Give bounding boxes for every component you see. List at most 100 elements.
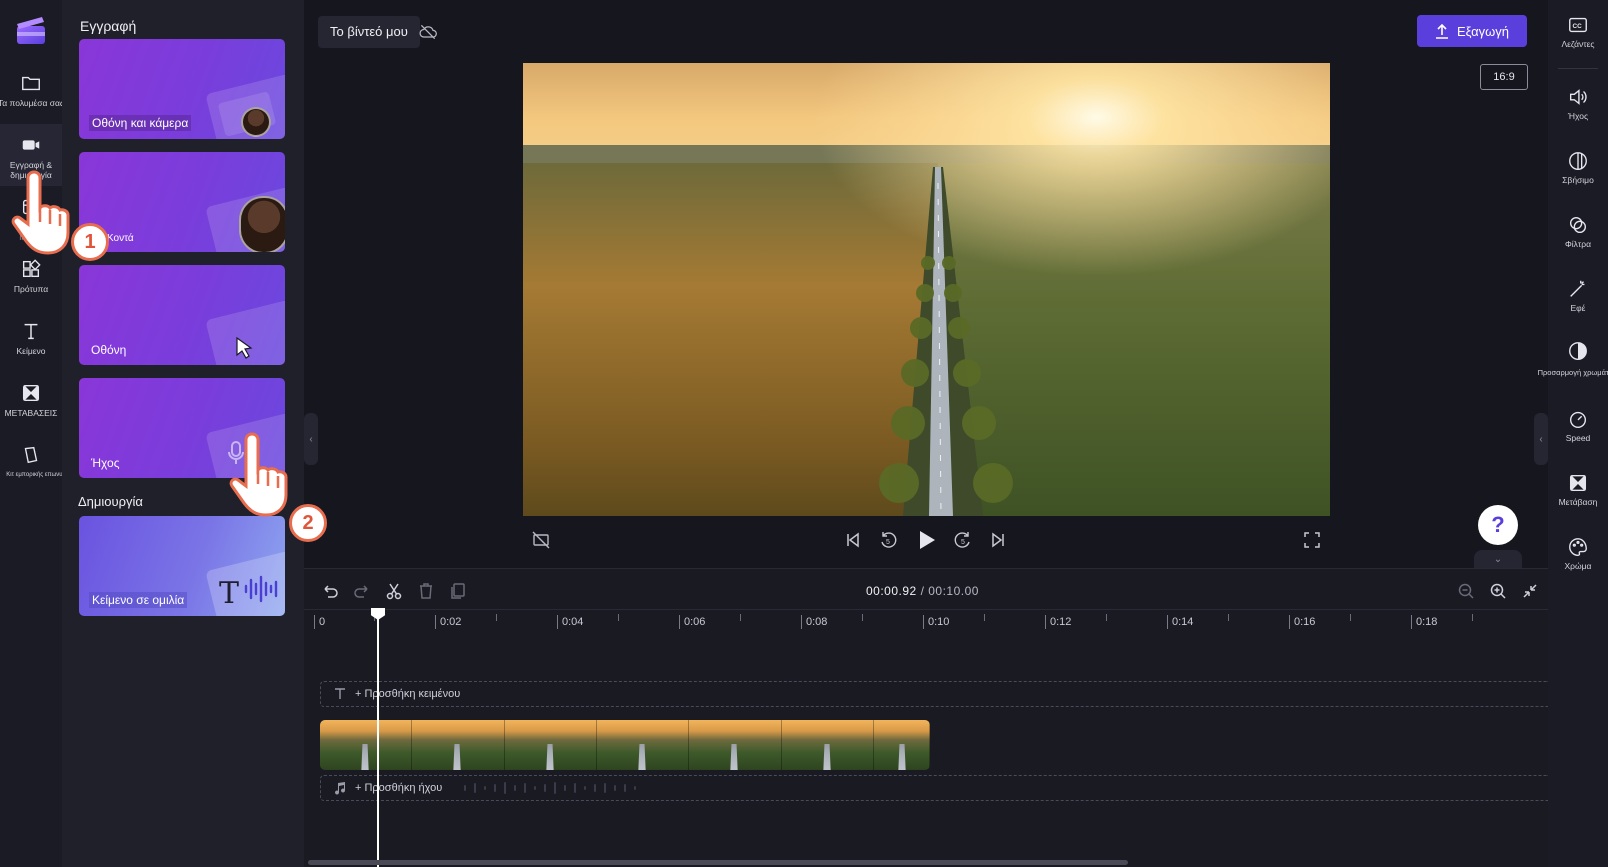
step-badge-1: 1 <box>71 223 109 261</box>
microphone-icon <box>228 441 244 464</box>
rr-effects[interactable]: Εφέ <box>1548 278 1608 313</box>
zoom-in-icon[interactable] <box>1488 581 1508 601</box>
cursor-icon <box>236 337 253 359</box>
rail-label: Τα πολυμέσα σας <box>0 98 64 108</box>
rr-fade[interactable]: Σβήσιμο <box>1548 150 1608 185</box>
ruler-tick: 0:10 <box>923 615 949 629</box>
left-rail: Τα πολυμέσα σας Εγγραφή & δημιουργία Con… <box>0 0 74 867</box>
ruler-minor-tick <box>618 614 619 621</box>
scissors-icon[interactable] <box>384 581 404 601</box>
zoom-out-icon[interactable] <box>1456 581 1476 601</box>
filters-icon <box>1569 216 1587 234</box>
time-ruler[interactable]: 0 0:02 0:04 0:06 0:08 0:10 0:12 0:14 0:1… <box>304 609 1548 633</box>
rr-color[interactable]: Χρώμα <box>1548 536 1608 571</box>
rail-label: Content library <box>16 222 46 242</box>
text-icon <box>335 688 345 699</box>
help-button[interactable]: ? <box>1478 505 1518 545</box>
total-time: 00:10.00 <box>928 584 979 598</box>
rr-label: Φίλτρα <box>1564 239 1592 249</box>
transition-icon <box>1569 474 1587 492</box>
aspect-ratio-button[interactable]: 16:9 <box>1480 64 1528 90</box>
skip-to-end-icon[interactable] <box>988 530 1008 550</box>
rail-label: Εγγραφή & δημιουργία <box>9 160 53 180</box>
playhead[interactable] <box>377 613 379 867</box>
ruler-tick: 0:16 <box>1289 615 1315 629</box>
t-glyph-icon: T <box>219 576 240 611</box>
card-label: Οθόνη <box>91 343 127 357</box>
timeline-scrollbar[interactable] <box>308 860 1128 865</box>
forward-5s-icon[interactable]: 5 <box>953 530 973 550</box>
hide-preview-icon[interactable] <box>531 530 551 550</box>
ruler-minor-tick <box>1228 614 1229 621</box>
chevron-down-icon[interactable]: ⌄ <box>1474 550 1522 568</box>
folder-icon <box>22 76 40 91</box>
duplicate-icon[interactable] <box>448 581 468 601</box>
collapse-panel-handle[interactable]: ‹ <box>304 413 318 465</box>
svg-text:5: 5 <box>961 539 965 546</box>
fit-timeline-icon[interactable] <box>1520 581 1540 601</box>
rr-audio[interactable]: Ήχος <box>1548 86 1608 121</box>
card-label: Κείμενο σε ομιλία <box>89 592 188 608</box>
card-text-to-speech[interactable]: T Κείμενο σε ομιλία <box>79 516 285 616</box>
cloud-off-icon <box>419 24 437 40</box>
svg-text:CC: CC <box>1573 23 1583 30</box>
fullscreen-icon[interactable] <box>1302 530 1322 550</box>
rr-label: Εφέ <box>1570 303 1586 313</box>
video-clip[interactable] <box>320 720 930 770</box>
project-title[interactable]: Το βίντεό μου <box>318 16 420 48</box>
rail-label: Πρότυπα <box>13 284 49 294</box>
video-camera-icon <box>22 140 40 150</box>
ruler-tick: 0:14 <box>1167 615 1193 629</box>
rail-item-templates[interactable]: Πρότυπα <box>0 248 62 310</box>
text-track[interactable]: + Προσθήκη κειμένου <box>320 681 1548 707</box>
card-label: Οθόνη και κάμερα <box>89 115 192 131</box>
waveform-icon <box>244 575 278 603</box>
captions-icon: CC <box>1569 17 1587 33</box>
current-time: 00:00.92 <box>866 584 917 598</box>
card-screen-and-camera[interactable]: Οθόνη και κάμερα <box>79 39 285 139</box>
rr-label: Προσαρμογή χρωμάτων <box>1537 368 1608 377</box>
avatar <box>239 196 285 252</box>
rail-item-text[interactable]: Κείμενο <box>0 310 62 372</box>
rail-item-brand-kit[interactable]: Κιτ εμπορικής επωνυμίας <box>0 434 74 496</box>
clip-frame <box>597 720 690 770</box>
rail-item-your-media[interactable]: Τα πολυμέσα σας <box>0 62 64 124</box>
rail-label: Κείμενο <box>16 346 46 356</box>
collapse-properties-handle[interactable]: ‹ <box>1534 413 1548 465</box>
redo-icon[interactable] <box>352 581 372 601</box>
rr-captions[interactable]: CC Λεζάντες <box>1548 14 1608 49</box>
rail-item-content-library[interactable]: Content library <box>0 186 62 248</box>
video-preview[interactable] <box>523 63 1330 516</box>
contrast-icon <box>1569 342 1587 360</box>
rail-item-record-create[interactable]: Εγγραφή & δημιουργία <box>0 124 62 186</box>
rr-speed[interactable]: Speed <box>1548 408 1608 443</box>
audio-track[interactable]: + Προσθήκη ήχου <box>320 775 1548 801</box>
rail-item-transitions[interactable]: ΜΕΤΑΒΑΣΕΙΣ <box>0 372 62 434</box>
timecode: 00:00.92 / 00:10.00 <box>866 584 979 598</box>
card-screen[interactable]: Οθόνη <box>79 265 285 365</box>
magic-wand-icon <box>1570 280 1585 297</box>
rr-label: Speed <box>1565 433 1591 443</box>
card-label: Ήχος <box>91 456 120 470</box>
ruler-tick: 0:12 <box>1045 615 1071 629</box>
add-text-label: + Προσθήκη κειμένου <box>355 688 461 700</box>
clip-frame <box>504 720 598 770</box>
export-button[interactable]: Εξαγωγή <box>1417 15 1527 47</box>
card-decoration <box>205 412 285 478</box>
skip-to-start-icon[interactable] <box>843 530 863 550</box>
trash-icon[interactable] <box>416 581 436 601</box>
ruler-minor-tick <box>1472 614 1473 621</box>
templates-icon <box>22 259 41 278</box>
rail-label: ΜΕΤΑΒΑΣΕΙΣ <box>4 408 58 418</box>
rr-filters[interactable]: Φίλτρα <box>1548 214 1608 249</box>
undo-icon[interactable] <box>320 581 340 601</box>
card-audio[interactable]: Ήχος <box>79 378 285 478</box>
play-icon[interactable] <box>913 527 939 553</box>
card-camera[interactable]: Κοντά <box>79 152 285 252</box>
rr-transition[interactable]: Μετάβαση <box>1548 472 1608 507</box>
ruler-minor-tick <box>740 614 741 621</box>
ruler-tick: 0:02 <box>435 615 461 629</box>
rr-color-adjust[interactable]: Προσαρμογή χρωμάτων <box>1538 340 1608 377</box>
rewind-5s-icon[interactable]: 5 <box>878 530 898 550</box>
clip-frame <box>781 720 875 770</box>
